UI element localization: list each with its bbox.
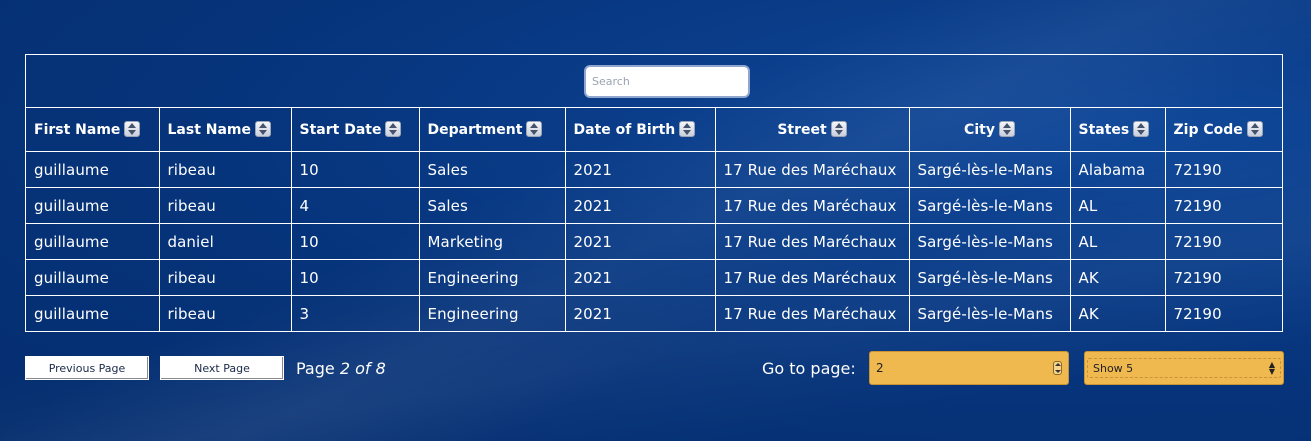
next-page-button[interactable]: Next Page	[160, 356, 284, 380]
column-header-city[interactable]: City	[909, 108, 1071, 152]
cell-department: Sales	[419, 151, 566, 188]
cell-zip-code: 72190	[1165, 151, 1282, 188]
goto-page-input[interactable]: 2	[869, 351, 1069, 385]
cell-department: Marketing	[419, 223, 566, 260]
column-header-label: Zip Code	[1173, 122, 1243, 138]
cell-zip-code: 72190	[1165, 187, 1282, 224]
column-header-states[interactable]: States	[1070, 108, 1166, 152]
column-header-zip-code[interactable]: Zip Code	[1165, 108, 1282, 152]
search-row	[26, 55, 1282, 108]
sort-icon[interactable]	[679, 121, 696, 137]
cell-first-name: guillaume	[26, 151, 160, 188]
select-chevron-icon: ▲ ▼	[1268, 360, 1275, 376]
sort-icon[interactable]	[998, 121, 1015, 137]
cell-city: Sargé-lès-le-Mans	[909, 187, 1071, 224]
column-header-street[interactable]: Street	[715, 108, 910, 152]
cell-zip-code: 72190	[1165, 223, 1282, 260]
cell-date-of-birth: 2021	[565, 295, 716, 331]
cell-zip-code: 72190	[1173, 304, 1222, 323]
page-indicator-prefix: Page	[296, 359, 340, 378]
cell-state: AL	[1070, 187, 1166, 224]
cell-street: 17 Rue des Maréchaux	[715, 151, 910, 188]
page-size-select[interactable]: Show 5 ▲ ▼	[1084, 351, 1284, 385]
column-header-start-date[interactable]: Start Date	[291, 108, 420, 152]
cell-city: Sargé-lès-le-Mans	[909, 259, 1071, 296]
cell-zip-code: 72190	[1165, 259, 1282, 296]
sort-icon[interactable]	[526, 121, 543, 137]
cell-department: Engineering	[419, 295, 566, 331]
sort-icon[interactable]	[1133, 121, 1150, 137]
table-row: guillaume ribeau 10 Engineering 2021 17 …	[26, 259, 1282, 296]
table-row: guillaume ribeau 4 Sales 2021 17 Rue des…	[26, 187, 1282, 224]
cell-date-of-birth: 2021	[565, 259, 716, 296]
column-header-label: City	[964, 122, 995, 138]
column-header-date-of-birth[interactable]: Date of Birth	[565, 108, 716, 152]
cell-street: 17 Rue des Maréchaux	[715, 259, 910, 296]
column-header-first-name[interactable]: First Name	[26, 108, 160, 152]
cell-department: Sales	[419, 187, 566, 224]
sort-icon[interactable]	[385, 121, 402, 137]
header-row: First Name Last Name Start Date Departme…	[26, 108, 1282, 152]
sort-icon[interactable]	[124, 121, 141, 137]
cell-department: Engineering	[419, 259, 566, 296]
column-header-label: First Name	[34, 122, 121, 138]
cell-state: Alabama	[1070, 151, 1166, 188]
cell-start-date: 10	[291, 223, 420, 260]
sort-icon[interactable]	[255, 121, 272, 137]
cell-city: Sargé-lès-le-Mans	[909, 295, 1071, 331]
cell-city: Sargé-lès-le-Mans	[909, 223, 1071, 260]
sort-icon[interactable]	[1246, 121, 1263, 137]
column-header-label: Date of Birth	[573, 122, 676, 138]
cell-date-of-birth: 2021	[565, 151, 716, 188]
table-row: guillaume ribeau 3 Engineering 2021 17 R…	[26, 295, 1282, 331]
column-header-label: Department	[427, 122, 523, 138]
cell-first-name: guillaume	[26, 259, 160, 296]
column-header-label: Street	[777, 122, 827, 138]
column-header-label: Start Date	[299, 122, 382, 138]
column-header-label: States	[1078, 122, 1130, 138]
employee-table: First Name Last Name Start Date Departme…	[26, 108, 1282, 331]
column-header-label: Last Name	[167, 122, 252, 138]
cell-state: AL	[1070, 223, 1166, 260]
cell-first-name: guillaume	[26, 295, 160, 331]
column-header-last-name[interactable]: Last Name	[159, 108, 292, 152]
cell-street: 17 Rue des Maréchaux	[715, 295, 910, 331]
cell-city: Sargé-lès-le-Mans	[909, 151, 1071, 188]
sort-icon[interactable]	[830, 121, 847, 137]
page-indicator: Page 2 of 8	[296, 359, 386, 378]
cell-street: 17 Rue des Maréchaux	[715, 223, 910, 260]
cell-start-date: 10	[291, 151, 420, 188]
previous-page-button[interactable]: Previous Page	[25, 356, 149, 380]
number-spinner-icon[interactable]	[1053, 361, 1062, 375]
cell-date-of-birth: 2021	[565, 187, 716, 224]
cell-first-name: guillaume	[26, 187, 160, 224]
cell-last-name: ribeau	[159, 151, 292, 188]
cell-street: 17 Rue des Maréchaux	[715, 187, 910, 224]
column-header-department[interactable]: Department	[419, 108, 566, 152]
cell-state: AK	[1070, 295, 1166, 331]
page-size-value: Show 5	[1093, 361, 1134, 375]
employee-table-container: First Name Last Name Start Date Departme…	[25, 54, 1283, 332]
cell-last-name: ribeau	[159, 259, 292, 296]
goto-page-label: Go to page:	[762, 359, 856, 378]
search-input[interactable]	[584, 64, 750, 98]
cell-date-of-birth: 2021	[565, 223, 716, 260]
table-row: guillaume daniel 10 Marketing 2021 17 Ru…	[26, 223, 1282, 260]
table-row: guillaume ribeau 10 Sales 2021 17 Rue de…	[26, 151, 1282, 188]
page-indicator-current: 2 of 8	[339, 359, 386, 378]
goto-page-value: 2	[876, 361, 884, 375]
cell-last-name: ribeau	[159, 295, 292, 331]
cell-state: AK	[1070, 259, 1166, 296]
cell-last-name: ribeau	[159, 187, 292, 224]
cell-start-date: 10	[291, 259, 420, 296]
cell-start-date: 4	[291, 187, 420, 224]
cell-last-name: daniel	[159, 223, 292, 260]
pagination-bar: Previous Page Next Page Page 2 of 8 Go t…	[25, 351, 1284, 385]
cell-start-date: 3	[291, 295, 420, 331]
cell-first-name: guillaume	[26, 223, 160, 260]
